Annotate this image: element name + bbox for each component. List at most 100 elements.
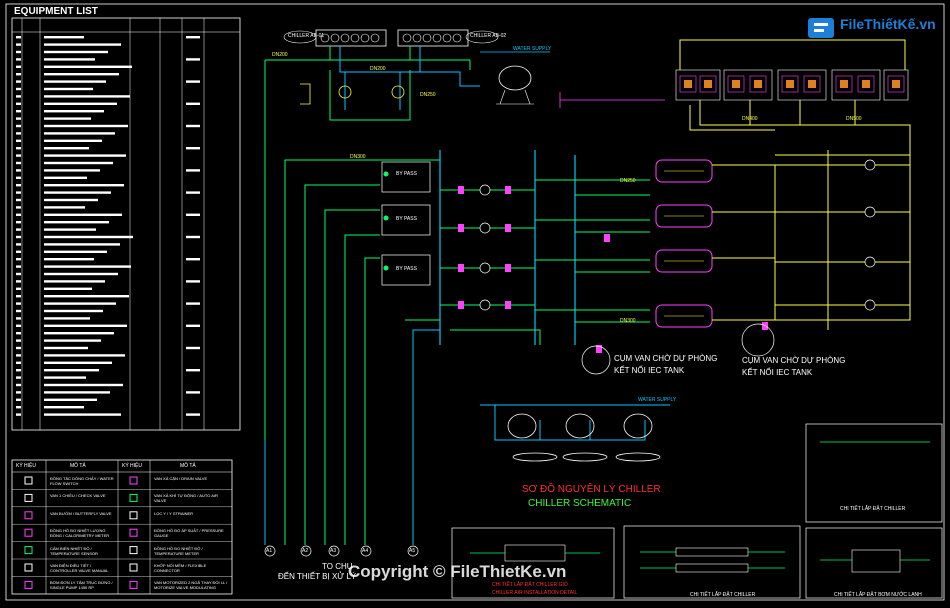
equipment-row-text bbox=[44, 317, 90, 320]
legend-item-desc: VAN MOTORIZED 2 NGÃ THAY ĐỔI LL / MOTORI… bbox=[154, 580, 228, 591]
backup-valve-2b-label: KẾT NỐI IEC TANK bbox=[742, 368, 813, 377]
equipment-row-number bbox=[16, 250, 21, 253]
brand-logo-text: FileThiếtKế.vn bbox=[840, 16, 936, 32]
equipment-row-number bbox=[16, 147, 21, 150]
equipment-row-text bbox=[44, 50, 108, 54]
legend-symbol bbox=[129, 580, 138, 589]
ahu-label: A2 bbox=[302, 548, 309, 554]
equipment-row-text bbox=[44, 302, 116, 305]
cooling-tower-fan bbox=[808, 80, 816, 88]
equipment-row-text bbox=[44, 265, 131, 268]
pipe-size-dn200-b: DN200 bbox=[370, 66, 386, 72]
equipment-row-number bbox=[16, 110, 21, 113]
equipment-row-qty bbox=[186, 391, 200, 394]
equipment-row-qty bbox=[186, 235, 200, 239]
equipment-row-number bbox=[16, 309, 21, 313]
pipe-size-dn250-a: DN250 bbox=[420, 92, 436, 98]
equipment-row-number bbox=[16, 369, 21, 372]
equipment-row-text bbox=[44, 110, 104, 113]
legend-item-desc: KHỚP NỐI MỀM / FLEXIBLE CONNECTOR bbox=[154, 563, 207, 573]
equipment-row-number bbox=[16, 58, 21, 61]
equipment-row-text bbox=[44, 309, 103, 313]
equipment-row-number bbox=[16, 413, 21, 416]
logo-icon bbox=[808, 18, 834, 38]
makeup-water bbox=[559, 92, 665, 108]
equipment-row-qty bbox=[186, 58, 200, 61]
pipe-size-dn300-a: DN300 bbox=[350, 154, 366, 160]
legend-item-desc: VAN XẢ CẶN / DRAIN VALVE bbox=[154, 476, 208, 481]
legend-item-desc: CẢM BIẾN NHIỆT ĐỘ / TEMPERATURE SENSOR bbox=[50, 545, 98, 556]
equipment-row-qty bbox=[186, 258, 200, 261]
equipment-row-text bbox=[44, 339, 101, 342]
equipment-row-qty bbox=[186, 346, 200, 350]
equipment-row-text bbox=[44, 287, 92, 290]
condenser-pipes bbox=[712, 150, 911, 330]
equipment-row-number bbox=[16, 191, 21, 194]
pipe-size-dn400: DN400 bbox=[742, 116, 758, 122]
equipment-row-qty bbox=[186, 169, 200, 172]
equipment-row-qty bbox=[186, 324, 200, 327]
equipment-row-number bbox=[16, 272, 21, 276]
equipment-row-text bbox=[44, 413, 121, 416]
equipment-row-number bbox=[16, 169, 21, 172]
equipment-row-qty bbox=[186, 36, 200, 39]
cooling-tower-fan bbox=[704, 80, 712, 88]
equipment-row-number bbox=[16, 161, 21, 165]
legend-item-desc: VAN 1 CHIỀU / CHECK VALVE bbox=[50, 493, 106, 499]
schematic-title-en: CHILLER SCHEMATIC bbox=[528, 498, 632, 509]
legend-symbol bbox=[129, 493, 138, 502]
equipment-row-number bbox=[16, 376, 21, 379]
legend-symbol bbox=[24, 546, 33, 555]
water-chillers bbox=[655, 159, 713, 328]
detail-1-title: CHI TIẾT LẮP ĐẶT CHILLER GIÓ bbox=[492, 582, 568, 588]
legend-symbol bbox=[24, 511, 33, 520]
legend-header-desc: MÔ TẢ bbox=[70, 463, 86, 469]
equipment-row-number bbox=[16, 346, 21, 350]
cooling-tower-fan bbox=[684, 80, 692, 88]
equipment-row-text bbox=[44, 324, 127, 327]
water-supply-bottom-label: WATER SUPPLY bbox=[638, 397, 677, 403]
equipment-row-text bbox=[44, 295, 129, 298]
equipment-row-text bbox=[44, 36, 84, 39]
equipment-row-text bbox=[44, 154, 126, 157]
equipment-row-text bbox=[44, 73, 119, 76]
bypass-valves bbox=[383, 171, 389, 271]
equipment-row-qty bbox=[186, 80, 200, 83]
legend-header-symbol: KÝ HIỆU bbox=[16, 463, 37, 469]
legend-symbol bbox=[24, 563, 33, 572]
equipment-row-text bbox=[44, 272, 118, 276]
equipment-row-number bbox=[16, 317, 21, 320]
equipment-row-number bbox=[16, 302, 21, 305]
equipment-row-number bbox=[16, 154, 21, 157]
equipment-row-number bbox=[16, 354, 21, 357]
bypass-label-2: BY PASS bbox=[396, 216, 417, 222]
equipment-row-text bbox=[44, 169, 100, 172]
equipment-row-number bbox=[16, 287, 21, 290]
chiller-evaporator-lines bbox=[664, 170, 704, 317]
equipment-row-text bbox=[44, 43, 121, 46]
equipment-row-text bbox=[44, 280, 105, 283]
pipe-size-dn500: DN500 bbox=[846, 116, 862, 122]
equipment-row-number bbox=[16, 102, 21, 105]
equipment-row-number bbox=[16, 87, 21, 91]
equipment-row-text bbox=[44, 243, 120, 246]
equipment-row-text bbox=[44, 369, 99, 372]
legend-symbol bbox=[129, 563, 138, 572]
equipment-row-number bbox=[16, 228, 21, 231]
expansion-tank-top bbox=[480, 51, 550, 105]
pipe-size-dn300-b: DN300 bbox=[620, 318, 636, 324]
chiller-ab-01 bbox=[315, 29, 387, 47]
equipment-row-qty bbox=[186, 280, 200, 283]
equipment-row-number bbox=[16, 398, 21, 401]
pipe-size-dn200-a: DN200 bbox=[272, 52, 288, 58]
equipment-row-text bbox=[44, 391, 110, 394]
equipment-row-text bbox=[44, 383, 123, 387]
cooling-tower-fan bbox=[862, 80, 870, 88]
equipment-row-text bbox=[44, 354, 125, 357]
equipment-row-number bbox=[16, 198, 21, 202]
equipment-row-qty bbox=[186, 147, 200, 150]
backup-valve-1b-label: KẾT NỐI IEC TANK bbox=[614, 366, 685, 375]
legend-symbol bbox=[129, 476, 138, 485]
backup-valve-1-label: CỤM VAN CHỜ DỰ PHÒNG bbox=[614, 354, 718, 363]
equipment-row-number bbox=[16, 124, 21, 128]
